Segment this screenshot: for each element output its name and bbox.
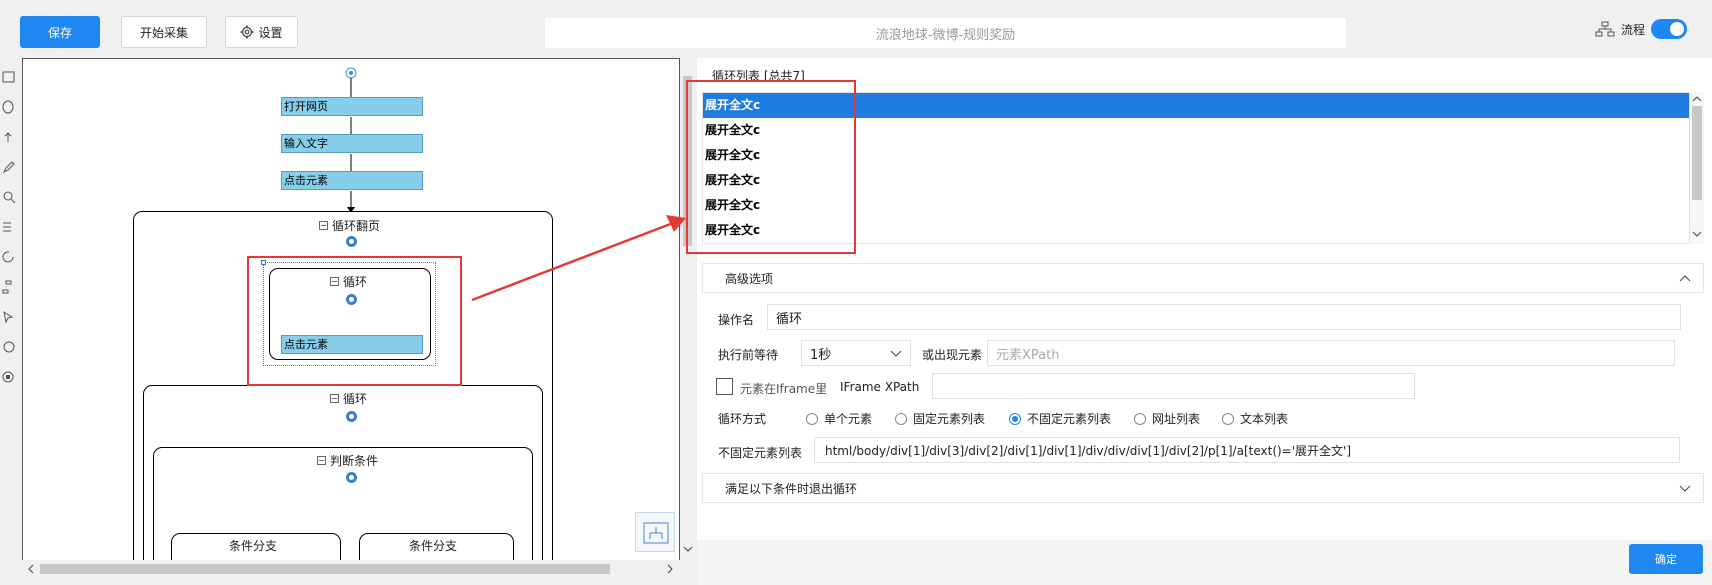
branch-tool-icon[interactable] (2, 280, 16, 294)
radio-selected-icon (1009, 412, 1021, 425)
flow-node-click-element[interactable]: 点击元素 (281, 171, 423, 190)
loop-tool-icon[interactable] (2, 250, 16, 264)
mode-single-element[interactable]: 单个元素 (806, 410, 872, 427)
flow-group-label: 循环翻页 (332, 219, 381, 233)
save-button[interactable]: 保存 (20, 16, 100, 48)
flow-branch-2-title: 条件分支 (409, 537, 457, 554)
settings-label: 设置 (258, 25, 283, 40)
wait-label: 执行前等待 (718, 348, 779, 362)
chevron-down-icon[interactable] (683, 544, 693, 554)
fit-view-button[interactable] (635, 512, 675, 552)
canvas-horizontal-scrollbar[interactable] (22, 560, 680, 578)
canvas-horizontal-thumb[interactable] (40, 564, 610, 574)
settings-button[interactable]: 设置 (225, 16, 298, 48)
mode-unfixed-list[interactable]: 不固定元素列表 (1009, 410, 1111, 427)
flow-node-input-text[interactable]: 输入文字 (281, 134, 423, 153)
collapse-icon[interactable]: − (330, 394, 339, 403)
chevron-down-icon[interactable] (1679, 484, 1691, 494)
iframe-check-label: 元素在Iframe里 (740, 382, 828, 396)
advanced-options-header[interactable]: 高级选项 (702, 263, 1704, 293)
edit-tool-icon[interactable] (2, 160, 16, 174)
chevron-up-icon[interactable] (1679, 274, 1691, 284)
flow-branch-1-title: 条件分支 (229, 537, 277, 554)
chevron-right-icon[interactable] (665, 564, 675, 574)
op-name-input[interactable]: 循环 (767, 304, 1681, 330)
chevron-down-icon[interactable] (1692, 229, 1702, 239)
radio-icon (1222, 412, 1234, 425)
gear-icon (240, 25, 254, 39)
loop-list-thumb[interactable] (1692, 106, 1702, 200)
chevron-left-icon[interactable] (26, 564, 36, 574)
exit-condition-label: 满足以下条件时退出循环 (725, 481, 858, 496)
list-tool-icon[interactable] (2, 220, 16, 234)
unfixed-list-input[interactable]: html/body/div[1]/div[3]/div[2]/div[1]/di… (814, 437, 1680, 463)
iframe-xpath-input[interactable] (932, 373, 1415, 399)
flow-group-condition-title: − 判断条件 (317, 452, 378, 469)
top-toolbar: 保存 开始采集 设置 流浪地球-微博-规则奖励 流程 (0, 0, 1712, 58)
wait-select[interactable]: 1秒 (801, 340, 911, 366)
click-tool-icon[interactable] (2, 100, 16, 114)
iframe-checkbox[interactable] (716, 378, 733, 395)
annotation-arrow (471, 215, 686, 302)
upload-tool-icon[interactable] (2, 130, 16, 144)
wait-select-value: 1秒 (810, 347, 832, 363)
flow-toggle-group: 流程 (1595, 19, 1688, 39)
mode-label: 固定元素列表 (913, 412, 986, 426)
confirm-button[interactable]: 确定 (1629, 544, 1703, 574)
loop-list-scrollbar[interactable] (1690, 92, 1704, 244)
flow-switch[interactable] (1651, 19, 1688, 39)
flow-label: 流程 (1621, 22, 1646, 37)
mode-url-list[interactable]: 网址列表 (1134, 410, 1200, 427)
loop-icon (346, 411, 357, 422)
mode-fixed-list[interactable]: 固定元素列表 (895, 410, 985, 427)
pointer-tool-icon[interactable] (2, 310, 16, 324)
open-page-tool-icon[interactable] (2, 70, 16, 84)
xpath-input[interactable]: 元素XPath (987, 340, 1675, 366)
flowchart-icon (1595, 21, 1615, 37)
or-appear-label: 或出现元素 (922, 348, 983, 362)
task-title-field[interactable]: 流浪地球-微博-规则奖励 (545, 18, 1346, 48)
highlight-box-loop-list (686, 80, 856, 254)
mode-text-list[interactable]: 文本列表 (1222, 410, 1288, 427)
radio-icon (895, 412, 907, 425)
mode-label: 文本列表 (1240, 412, 1289, 426)
mode-label: 网址列表 (1152, 412, 1201, 426)
panel-footer: 确定 (697, 540, 1712, 585)
refresh-tool-icon[interactable] (2, 340, 16, 354)
chevron-up-icon[interactable] (1692, 94, 1702, 104)
radio-icon (806, 412, 818, 425)
flow-group-label: 判断条件 (330, 454, 379, 468)
loop-icon (346, 472, 357, 483)
search-tool-icon[interactable] (2, 190, 16, 204)
mode-label: 单个元素 (824, 412, 873, 426)
highlight-box-loop-node (247, 256, 462, 386)
radio-icon (1134, 412, 1146, 425)
flow-node-open-page[interactable]: 打开网页 (281, 97, 423, 116)
advanced-options-label: 高级选项 (725, 271, 774, 286)
left-tool-strip (0, 58, 20, 578)
mode-label: 不固定元素列表 (1027, 412, 1112, 426)
stop-tool-icon[interactable] (2, 370, 16, 384)
unfixed-list-label: 不固定元素列表 (718, 446, 803, 460)
flow-group-loop-second-title: − 循环 (330, 390, 367, 407)
op-name-label: 操作名 (718, 313, 755, 327)
collapse-icon[interactable]: − (319, 221, 328, 230)
loop-mode-label: 循环方式 (718, 412, 767, 426)
iframe-xpath-label: IFrame XPath (840, 380, 920, 394)
flow-branch-label: 条件分支 (409, 539, 458, 553)
fit-view-icon (643, 522, 669, 544)
exit-condition-header[interactable]: 满足以下条件时退出循环 (702, 473, 1704, 503)
flow-group-label: 循环 (343, 392, 368, 406)
flow-group-loop-page-title: − 循环翻页 (319, 217, 380, 234)
collapse-icon[interactable]: − (317, 456, 326, 465)
start-collect-button[interactable]: 开始采集 (121, 16, 207, 48)
chevron-down-icon (890, 350, 902, 357)
flow-branch-label: 条件分支 (229, 539, 278, 553)
loop-icon (346, 236, 357, 247)
